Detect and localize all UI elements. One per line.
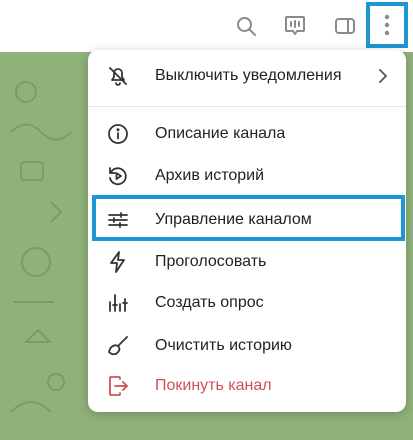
background-pattern	[10, 81, 72, 413]
poll-icon	[106, 291, 130, 315]
channel-context-menu: Выключить уведомления Описание канала Ар…	[88, 50, 406, 412]
menu-item-create-poll[interactable]: Создать опрос	[88, 283, 406, 323]
menu-item-boost[interactable]: Проголосовать	[88, 242, 406, 282]
sliders-icon	[106, 208, 130, 232]
more-options-button[interactable]	[366, 2, 408, 48]
menu-item-label: Покинуть канал	[155, 377, 272, 394]
sidebar-toggle-icon[interactable]	[327, 8, 363, 44]
bell-muted-icon	[106, 64, 130, 88]
menu-item-label: Выключить уведомления	[155, 67, 342, 84]
menu-item-info[interactable]: Описание канала	[88, 114, 406, 154]
live-stream-icon[interactable]	[277, 8, 313, 44]
menu-item-label: Очистить историю	[155, 337, 292, 354]
menu-item-label: Архив историй	[155, 167, 265, 184]
menu-item-label: Описание канала	[155, 125, 286, 142]
stories-archive-icon	[106, 164, 130, 188]
leave-icon	[106, 374, 130, 398]
menu-item-stories-archive[interactable]: Архив историй	[88, 156, 406, 196]
lightning-icon	[106, 250, 130, 274]
menu-item-label: Создать опрос	[155, 294, 264, 311]
menu-item-mute[interactable]: Выключить уведомления	[88, 56, 406, 96]
chevron-right-icon	[379, 69, 387, 83]
menu-item-clear-history[interactable]: Очистить историю	[88, 326, 406, 366]
menu-item-label: Проголосовать	[155, 253, 267, 270]
info-icon	[106, 122, 130, 146]
broom-icon	[106, 334, 130, 358]
menu-divider	[88, 106, 406, 107]
menu-item-leave-channel[interactable]: Покинуть канал	[88, 366, 406, 406]
chat-header	[0, 0, 413, 52]
menu-item-label: Управление каналом	[155, 211, 312, 228]
more-vertical-icon	[384, 14, 390, 36]
search-icon[interactable]	[228, 8, 264, 44]
menu-item-manage-channel[interactable]: Управление каналом	[88, 200, 406, 240]
